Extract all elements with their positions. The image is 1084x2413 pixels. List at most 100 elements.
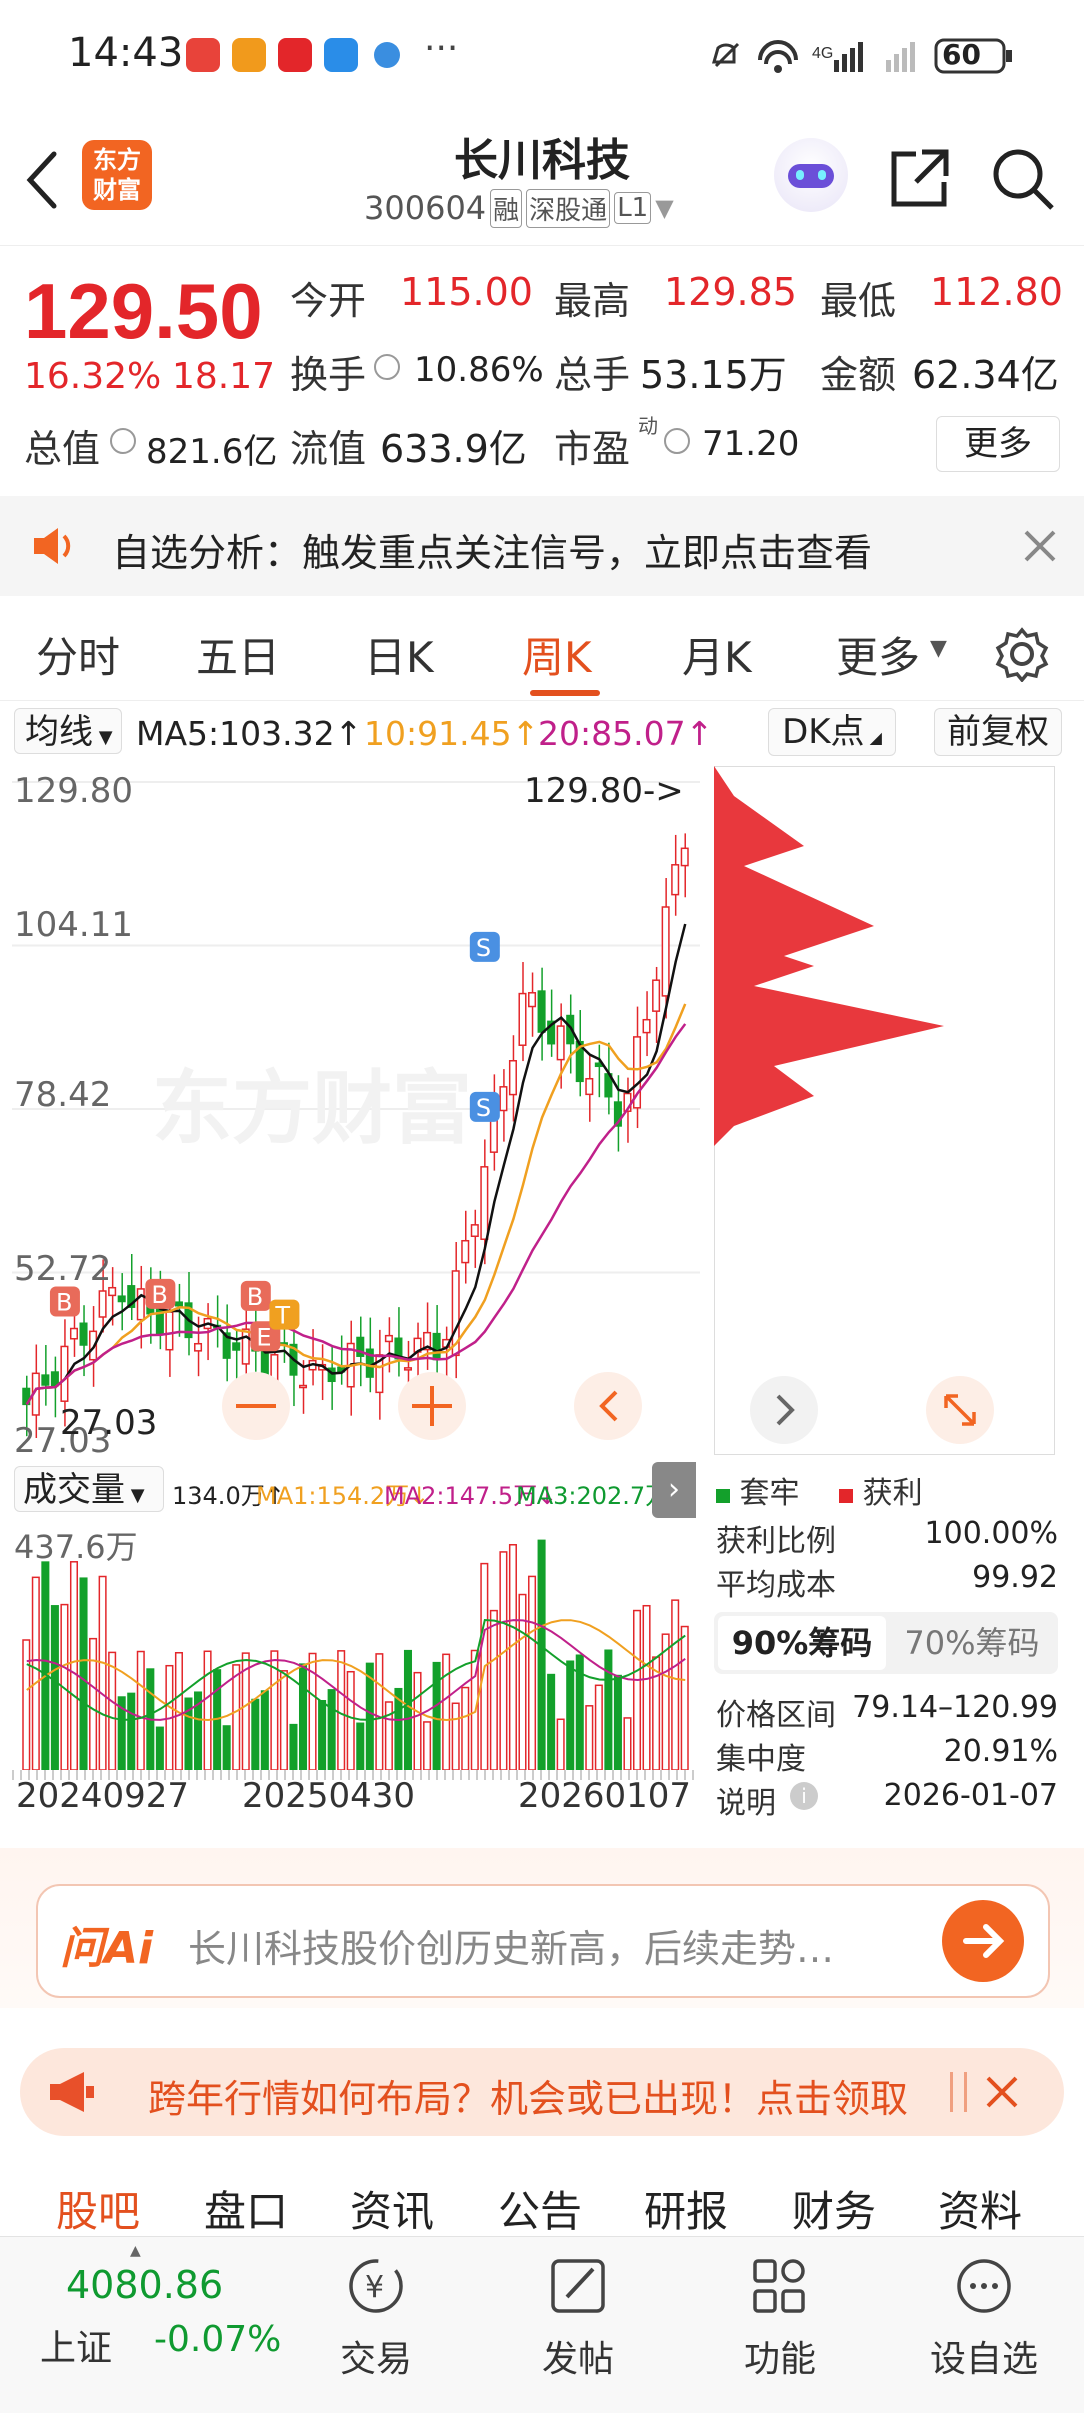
notification-icon-2 — [232, 38, 266, 72]
tab-weekly-k[interactable]: 周K — [522, 624, 592, 685]
tab-guba[interactable]: 股吧 — [56, 2178, 140, 2239]
adjust-selector[interactable]: 前复权 — [934, 708, 1062, 756]
tab-research[interactable]: 研报 — [644, 2178, 728, 2239]
tab-monthly-k[interactable]: 月K — [682, 624, 752, 685]
content-tabs: 股吧 盘口 资讯 公告 研报 财务 资料 — [0, 2158, 1084, 2238]
ai-question-box[interactable]: 问Ai 长川科技股价创历史新高，后续走势… — [36, 1884, 1050, 1998]
date-label: 20260107 — [518, 1776, 692, 1816]
tab-more[interactable]: 更多 — [836, 624, 920, 685]
tab-chip-70[interactable]: 70%筹码 — [890, 1616, 1054, 1670]
close-icon[interactable] — [982, 2072, 1022, 2112]
kline-svg: 东方财富 B B BETSS 129.80 104.11 78.42 52.72 2… — [12, 771, 700, 1461]
tab-finance[interactable]: 财务 — [792, 2178, 876, 2239]
volume-toolbar: 成交量 ▼ 134.0万↑ MA1:154.2万↓ MA2:147.5万↓ MA… — [0, 1458, 700, 1518]
volume-selector[interactable]: 成交量 ▼ — [14, 1466, 164, 1512]
stock-header: 东方 财富 长川科技 300604 融 深股通 L1 ▼ — [0, 110, 1084, 246]
volume-label: 总手 — [554, 353, 631, 397]
ai-placeholder: 长川科技股价创历史新高，后续走势… — [188, 1927, 835, 1971]
status-time: 14:43 — [68, 30, 184, 76]
indicator-selector[interactable]: 均线 ▼ — [14, 708, 122, 754]
current-price: 129.50 — [24, 267, 263, 355]
turnover-label: 换手 — [290, 353, 367, 397]
speaker-icon — [34, 528, 71, 564]
ma5-value: MA5:103.32↑ — [136, 714, 363, 753]
info-icon[interactable] — [664, 428, 690, 454]
more-button[interactable]: 更多 — [936, 416, 1060, 472]
chart-nav-buttons — [222, 1372, 642, 1440]
chevron-down-icon[interactable]: ▼ — [655, 194, 673, 222]
gear-icon[interactable] — [994, 626, 1050, 682]
volume-svg: 437.6万 — [14, 1528, 689, 1771]
ai-assistant-icon[interactable] — [774, 138, 848, 212]
chip-nav-button[interactable] — [750, 1376, 818, 1444]
avg-cost-label: 平均成本 — [716, 1568, 836, 1603]
info-icon[interactable]: i — [790, 1782, 818, 1810]
share-icon[interactable] — [886, 146, 952, 212]
nav-trade[interactable]: ¥ 交易 — [306, 2251, 446, 2382]
tab-intraday[interactable]: 分时 — [36, 624, 120, 685]
close-icon[interactable] — [1020, 526, 1060, 566]
search-icon[interactable] — [990, 146, 1056, 212]
chip-legend: 套牢 获利 — [716, 1468, 923, 1512]
volume-max-label: 437.6万 — [14, 1528, 138, 1566]
megaphone-icon — [50, 2072, 94, 2112]
ma10-value: 10:91.45↑ — [364, 714, 540, 753]
date-label: 20250430 — [242, 1776, 416, 1816]
y-label: 78.42 — [14, 1075, 111, 1115]
svg-text:S: S — [476, 934, 491, 962]
nav-button-3[interactable] — [574, 1372, 642, 1440]
watchlist-banner[interactable]: 自选分析：触发重点关注信号，立即点击查看 — [0, 496, 1084, 596]
tab-news[interactable]: 资讯 — [350, 2178, 434, 2239]
bottom-nav: ▲ 4080.86 上证 -0.07% ¥ 交易 发帖 功能 设自选 — [0, 2236, 1084, 2413]
tab-chip-90[interactable]: 90%筹码 — [718, 1616, 886, 1670]
margin-badge: 融 — [490, 188, 523, 228]
index-change: -0.07% — [154, 2319, 282, 2360]
svg-text:S: S — [476, 1094, 491, 1122]
tab-daily-k[interactable]: 日K — [364, 624, 434, 685]
index-widget[interactable]: ▲ 4080.86 上证 -0.07% — [0, 2237, 281, 2413]
volume-chart[interactable]: 437.6万 — [12, 1520, 700, 1771]
total-mv-label: 总值 — [24, 427, 101, 471]
dk-point-selector[interactable]: DK点 ◢ — [768, 708, 896, 756]
more-notifications-icon: ··· — [424, 28, 459, 69]
svg-text:T: T — [274, 1302, 290, 1330]
grid-icon — [753, 2259, 805, 2313]
chart-period-tabs: 分时 五日 日K 周K 月K 更多 ▼ — [0, 600, 1084, 701]
nav-add-watch[interactable]: 设自选 — [914, 2251, 1054, 2382]
date-axis: 20240927 20250430 20260107 — [0, 1770, 700, 1820]
stock-code: 300604 — [364, 189, 487, 227]
connect-badge: 深股通 — [526, 188, 611, 228]
profit-ratio-value: 100.00% — [924, 1516, 1058, 1551]
caret-up-icon: ▲ — [130, 2243, 141, 2259]
open-label: 今开 — [290, 279, 367, 323]
tab-five-day[interactable]: 五日 — [196, 624, 280, 685]
tab-announcements[interactable]: 公告 — [498, 2178, 582, 2239]
concentration-label: 集中度 — [716, 1742, 806, 1777]
chevron-down-icon: ▼ — [930, 636, 947, 661]
trade-icon: ¥ — [349, 2259, 403, 2313]
nav-functions[interactable]: 功能 — [710, 2251, 850, 2382]
nav-post[interactable]: 发帖 — [508, 2251, 648, 2382]
battery-level: 60 — [942, 38, 981, 71]
index-name: 上证 — [40, 2328, 113, 2369]
tab-profile[interactable]: 资料 — [938, 2178, 1022, 2239]
promo-banner[interactable]: 跨年行情如何布局？机会或已出现！点击领取 — [20, 2048, 1064, 2136]
kline-chart[interactable]: 东方财富 BBBETSS 129.80 104.11 78.42 52.72 2… — [12, 766, 700, 1461]
info-icon[interactable] — [110, 428, 136, 454]
ai-logo: 问Ai — [60, 1923, 154, 1974]
turnover-value: 10.86% — [414, 350, 544, 390]
date-label: 20240927 — [16, 1776, 190, 1816]
notification-icon-5 — [374, 42, 400, 68]
price-range-value: 79.14–120.99 — [852, 1690, 1058, 1725]
stock-code-row: 300604 融 深股通 L1 ▼ — [364, 188, 674, 228]
ai-send-button[interactable] — [942, 1900, 1024, 1982]
chip-ratio-tabs: 90%筹码 70%筹码 — [714, 1612, 1058, 1674]
profit-ratio-label: 获利比例 — [716, 1524, 836, 1559]
amount-label: 金额 — [820, 353, 897, 397]
expand-panel-button[interactable]: › — [652, 1462, 696, 1518]
info-icon[interactable] — [374, 354, 400, 380]
notification-icon-4 — [324, 38, 358, 72]
tab-pankou[interactable]: 盘口 — [204, 2178, 288, 2239]
notification-icon-3 — [278, 38, 312, 72]
volume-value: 53.15万 — [640, 353, 787, 397]
